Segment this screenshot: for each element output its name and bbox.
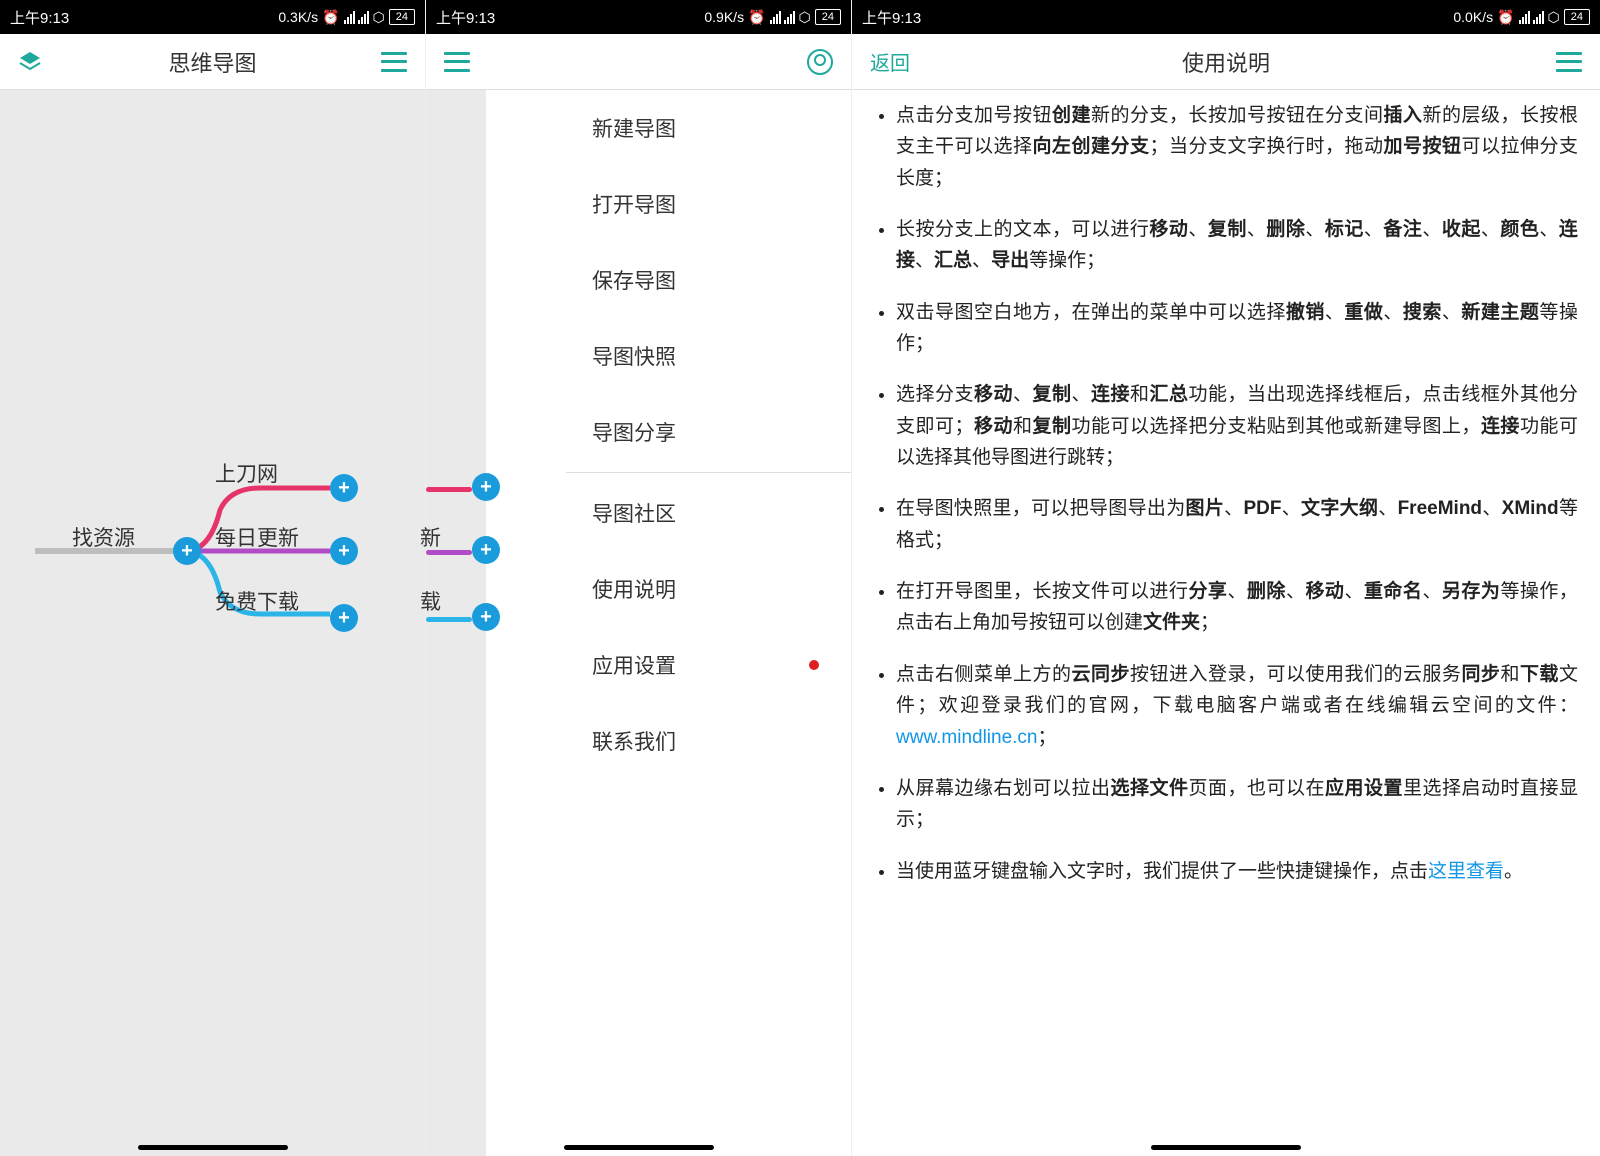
alarm-icon: ⏰ — [1497, 9, 1514, 26]
help-pane: 上午9:13 0.0K/s ⏰ ⬡ 24 返回 使用说明 点击分支加号按钮创建新… — [852, 0, 1600, 1156]
branch-plus-button[interactable]: + — [330, 474, 358, 502]
layers-icon[interactable] — [18, 50, 42, 74]
signal-icon — [770, 11, 795, 24]
branch-plus-button[interactable]: + — [472, 473, 500, 501]
menu-item[interactable]: 保存导图 — [566, 242, 851, 318]
wifi-icon: ⬡ — [1548, 9, 1560, 26]
help-item: 长按分支上的文本，可以进行移动、复制、删除、标记、备注、收起、颜色、连接、汇总、… — [896, 214, 1578, 277]
branch-plus-button[interactable]: + — [472, 536, 500, 564]
signal-icon — [344, 11, 369, 24]
home-indicator — [138, 1145, 288, 1150]
menu-item[interactable]: 导图社区 — [566, 475, 851, 551]
menu-item-label: 联系我们 — [592, 726, 676, 756]
alarm-icon: ⏰ — [748, 9, 765, 26]
status-time: 上午9:13 — [862, 7, 921, 28]
status-time: 上午9:13 — [436, 7, 495, 28]
menu-item-label: 打开导图 — [592, 189, 676, 219]
battery-icon: 24 — [815, 9, 841, 25]
root-plus-button[interactable]: + — [173, 537, 201, 565]
help-link[interactable]: www.mindline.cn — [896, 727, 1038, 748]
status-time: 上午9:13 — [10, 7, 69, 28]
menu-icon[interactable] — [444, 52, 470, 72]
branch-plus-button[interactable]: + — [330, 537, 358, 565]
menu-item-label: 应用设置 — [592, 650, 676, 680]
battery-icon: 24 — [1564, 9, 1590, 25]
menu-item-label: 保存导图 — [592, 265, 676, 295]
back-button[interactable]: 返回 — [870, 47, 910, 76]
help-item: 在打开导图里，长按文件可以进行分享、删除、移动、重命名、另存为等操作，点击右上角… — [896, 576, 1578, 639]
profile-icon[interactable] — [807, 49, 833, 75]
help-item: 双击导图空白地方，在弹出的菜单中可以选择撤销、重做、搜索、新建主题等操作； — [896, 297, 1578, 360]
menu-item[interactable]: 联系我们 — [566, 703, 851, 779]
menu-icon[interactable] — [1556, 52, 1582, 72]
wifi-icon: ⬡ — [373, 9, 385, 26]
branch-plus-button[interactable]: + — [472, 603, 500, 631]
menu-pane: 上午9:13 0.9K/s ⏰ ⬡ 24 + 新 + 载 + 新建导图打开 — [426, 0, 852, 1156]
menu-item[interactable]: 导图分享 — [566, 394, 851, 470]
help-item: 在导图快照里，可以把导图导出为图片、PDF、文字大纲、FreeMind、XMin… — [896, 493, 1578, 556]
home-indicator — [564, 1145, 714, 1150]
mindmap-pane: 上午9:13 0.3K/s ⏰ ⬡ 24 思维导图 — [0, 0, 426, 1156]
page-title: 使用说明 — [852, 46, 1600, 78]
app-header: 思维导图 — [0, 34, 425, 90]
notification-dot — [809, 660, 819, 670]
menu-item[interactable]: 导图快照 — [566, 318, 851, 394]
home-indicator — [1151, 1145, 1301, 1150]
help-item: 从屏幕边缘右划可以拉出选择文件页面，也可以在应用设置里选择启动时直接显示； — [896, 773, 1578, 836]
menu-item-label: 新建导图 — [592, 113, 676, 143]
menu-item-label: 导图分享 — [592, 417, 676, 447]
signal-icon — [1519, 11, 1544, 24]
app-header — [426, 34, 851, 90]
page-title: 思维导图 — [0, 46, 425, 78]
status-bar: 上午9:13 0.9K/s ⏰ ⬡ 24 — [426, 0, 851, 34]
network-rate: 0.9K/s — [704, 9, 744, 25]
status-bar: 上午9:13 0.0K/s ⏰ ⬡ 24 — [852, 0, 1600, 34]
help-item: 当使用蓝牙键盘输入文字时，我们提供了一些快捷键操作，点击这里查看。 — [896, 856, 1578, 887]
branch-plus-button[interactable]: + — [330, 604, 358, 632]
menu-item[interactable]: 打开导图 — [566, 166, 851, 242]
help-item: 选择分支移动、复制、连接和汇总功能，当出现选择线框后，点击线框外其他分支即可；移… — [896, 379, 1578, 473]
alarm-icon: ⏰ — [322, 9, 339, 26]
help-link[interactable]: 这里查看 — [1428, 861, 1504, 882]
menu-divider — [566, 472, 851, 473]
network-rate: 0.0K/s — [1453, 9, 1493, 25]
help-content[interactable]: 点击分支加号按钮创建新的分支，长按加号按钮在分支间插入新的层级，长按根支主干可以… — [852, 90, 1600, 1136]
menu-item[interactable]: 使用说明 — [566, 551, 851, 627]
app-header: 返回 使用说明 — [852, 34, 1600, 90]
mindmap-canvas[interactable]: 找资源 + 上刀网 + 每日更新 + 免费下载 + — [0, 90, 425, 1156]
menu-item-label: 使用说明 — [592, 574, 676, 604]
drawer-menu: 新建导图打开导图保存导图导图快照导图分享 导图社区使用说明应用设置联系我们 — [566, 90, 851, 1156]
menu-item-label: 导图社区 — [592, 498, 676, 528]
menu-item[interactable]: 应用设置 — [566, 627, 851, 703]
menu-item[interactable]: 新建导图 — [566, 90, 851, 166]
menu-item-label: 导图快照 — [592, 341, 676, 371]
help-item: 点击右侧菜单上方的云同步按钮进入登录，可以使用我们的云服务同步和下载文件；欢迎登… — [896, 659, 1578, 753]
wifi-icon: ⬡ — [799, 9, 811, 26]
network-rate: 0.3K/s — [278, 9, 318, 25]
battery-icon: 24 — [389, 9, 415, 25]
status-bar: 上午9:13 0.3K/s ⏰ ⬡ 24 — [0, 0, 425, 34]
help-item: 点击分支加号按钮创建新的分支，长按加号按钮在分支间插入新的层级，长按根支主干可以… — [896, 100, 1578, 194]
menu-icon[interactable] — [381, 52, 407, 72]
